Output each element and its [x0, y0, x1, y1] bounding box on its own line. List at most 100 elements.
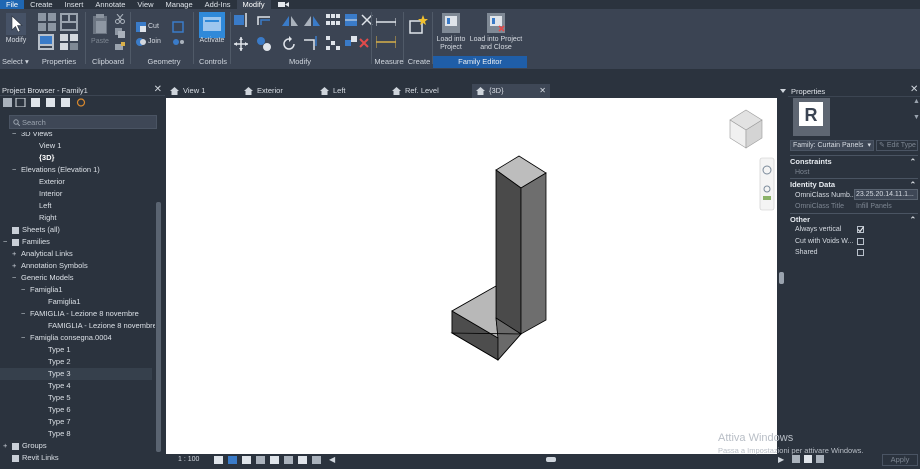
offset-icon[interactable] [256, 15, 272, 29]
tree-item[interactable]: Famiglia1 [39, 296, 81, 308]
load-into-project-label[interactable]: Load into Project [432, 36, 470, 52]
delete-icon[interactable] [359, 38, 369, 50]
view-tab[interactable]: Left [316, 84, 386, 98]
status-bar-icons[interactable] [792, 455, 832, 464]
tree-item[interactable]: + Analytical Links [12, 248, 73, 260]
panel-label-select[interactable]: Select ▾ [2, 57, 34, 66]
rotate-icon[interactable] [281, 36, 297, 54]
tree-item[interactable]: Exterior [30, 176, 65, 188]
split-face-icon[interactable] [172, 21, 184, 35]
align-icon[interactable] [234, 13, 248, 29]
paint-icon[interactable] [172, 37, 186, 49]
project-browser-scrollbar[interactable] [155, 132, 163, 465]
tree-item[interactable]: Type 5 [39, 392, 71, 404]
tree-item[interactable]: Interior [30, 188, 62, 200]
family-types-icon[interactable] [60, 13, 78, 33]
scroll-up-icon[interactable]: ▲ [913, 98, 920, 105]
family-type-selector[interactable]: Family: Curtain Panels ▾ [790, 140, 874, 151]
tree-item[interactable]: Type 3 [39, 368, 71, 380]
load-into-project-close-label[interactable]: Load into Project and Close [466, 36, 526, 52]
expand-icon[interactable]: + [3, 440, 12, 452]
view-cube[interactable] [729, 109, 763, 149]
tree-item[interactable]: −3D Views [12, 132, 53, 140]
tree-item[interactable]: − Families [3, 236, 50, 248]
join-geometry-icon[interactable] [136, 37, 146, 49]
collapse-icon[interactable]: − [21, 284, 30, 296]
tree-item[interactable]: Type 6 [39, 404, 71, 416]
tree-item[interactable]: + Groups [3, 440, 47, 452]
load-into-project-icon[interactable] [442, 13, 460, 35]
cut-geometry-label[interactable]: Cut [148, 23, 159, 31]
shared-checkbox[interactable] [857, 249, 864, 256]
collapse-icon[interactable]: − [12, 272, 21, 284]
create-group-icon[interactable] [408, 15, 428, 37]
menu-manage[interactable]: Manage [160, 0, 199, 9]
canvas-vertical-scrollbar[interactable] [777, 98, 787, 454]
menu-create[interactable]: Create [24, 0, 59, 9]
tree-item[interactable]: {3D} [30, 152, 54, 164]
mirror-axis-icon[interactable] [282, 14, 298, 30]
tree-item[interactable]: Revit Links [3, 452, 59, 464]
tabs-overflow-icon[interactable] [779, 86, 787, 96]
tree-item[interactable]: Type 8 [39, 428, 71, 440]
3d-model[interactable] [450, 155, 547, 362]
tree-item[interactable]: + Annotation Symbols [12, 260, 88, 272]
tree-item[interactable]: View 1 [30, 140, 61, 152]
tree-item[interactable]: Left [30, 200, 52, 212]
scrollbar-thumb[interactable] [156, 202, 161, 452]
view-tab[interactable]: {3D} ✕ [472, 84, 550, 98]
collapse-icon[interactable]: − [12, 164, 21, 176]
copy-icon[interactable] [115, 28, 125, 40]
tree-item[interactable]: − FAMIGLIA - Lezione 8 novembre [21, 308, 139, 320]
expand-icon[interactable]: + [12, 248, 21, 260]
edit-type-button[interactable]: ✎ Edit Type [876, 140, 918, 151]
type-properties-icon[interactable] [38, 13, 56, 33]
mirror-draw-axis-icon[interactable] [304, 14, 320, 30]
scroll-right-icon[interactable]: ▶ [778, 455, 784, 464]
modify-button-label[interactable]: Modify [4, 37, 28, 45]
tree-item[interactable]: − Famiglia consegna.0004 [21, 332, 112, 344]
scroll-down-icon[interactable]: ▼ [913, 114, 920, 121]
menu-add-ins[interactable]: Add-Ins [199, 0, 237, 9]
array-icon[interactable] [326, 36, 340, 52]
tree-item[interactable]: − Elevations (Elevation 1) [12, 164, 100, 176]
horizontal-scrollbar-thumb[interactable] [546, 457, 556, 462]
scroll-left-icon[interactable]: ◀ [329, 455, 335, 464]
section-identity-data[interactable]: Identity Data ⌃ [790, 178, 918, 189]
tree-item[interactable]: Type 2 [39, 356, 71, 368]
view-tab[interactable]: Exterior [240, 84, 314, 98]
tree-item[interactable]: Type 4 [39, 380, 71, 392]
join-geometry-label[interactable]: Join [148, 38, 161, 46]
close-icon[interactable]: ✕ [154, 84, 162, 96]
search-input[interactable]: Search [9, 115, 157, 129]
activate-label[interactable]: Activate [195, 37, 229, 45]
trim-icon[interactable] [304, 36, 318, 52]
tree-item[interactable]: Type 7 [39, 416, 71, 428]
tree-item[interactable]: Right [30, 212, 57, 224]
paste-icon[interactable] [92, 13, 108, 37]
view-control-icons[interactable] [214, 456, 324, 464]
trim-extend-icon[interactable] [326, 14, 340, 28]
expand-icon[interactable]: + [12, 260, 21, 272]
section-constraints[interactable]: Constraints ⌃ [790, 155, 918, 166]
activate-controls-icon[interactable] [199, 12, 225, 40]
video-icon[interactable] [271, 0, 297, 9]
tree-item[interactable]: Sheets (all) [3, 224, 60, 236]
tree-item[interactable]: FAMIGLIA - Lezione 8 novembre [39, 320, 155, 332]
menu-view[interactable]: View [131, 0, 159, 9]
scale-value[interactable]: 1 : 100 [178, 455, 199, 465]
menu-file[interactable]: File [0, 0, 25, 9]
move-icon[interactable] [234, 37, 248, 53]
navigation-bar[interactable] [759, 157, 775, 211]
dimension-icon[interactable] [375, 36, 397, 50]
view-tab[interactable]: Ref. Level [388, 84, 470, 98]
tree-item[interactable]: − Generic Models [12, 272, 74, 284]
cut-with-voids-checkbox[interactable] [857, 238, 864, 245]
split-element-icon[interactable] [345, 14, 357, 28]
section-other[interactable]: Other ⌃ [790, 213, 918, 224]
scrollbar-thumb[interactable] [779, 272, 784, 284]
tree-item[interactable]: − Famiglia1 [21, 284, 63, 296]
match-properties-icon[interactable] [115, 42, 125, 54]
modify-tool-icon[interactable] [6, 13, 26, 37]
family-category-icon[interactable] [60, 34, 78, 52]
